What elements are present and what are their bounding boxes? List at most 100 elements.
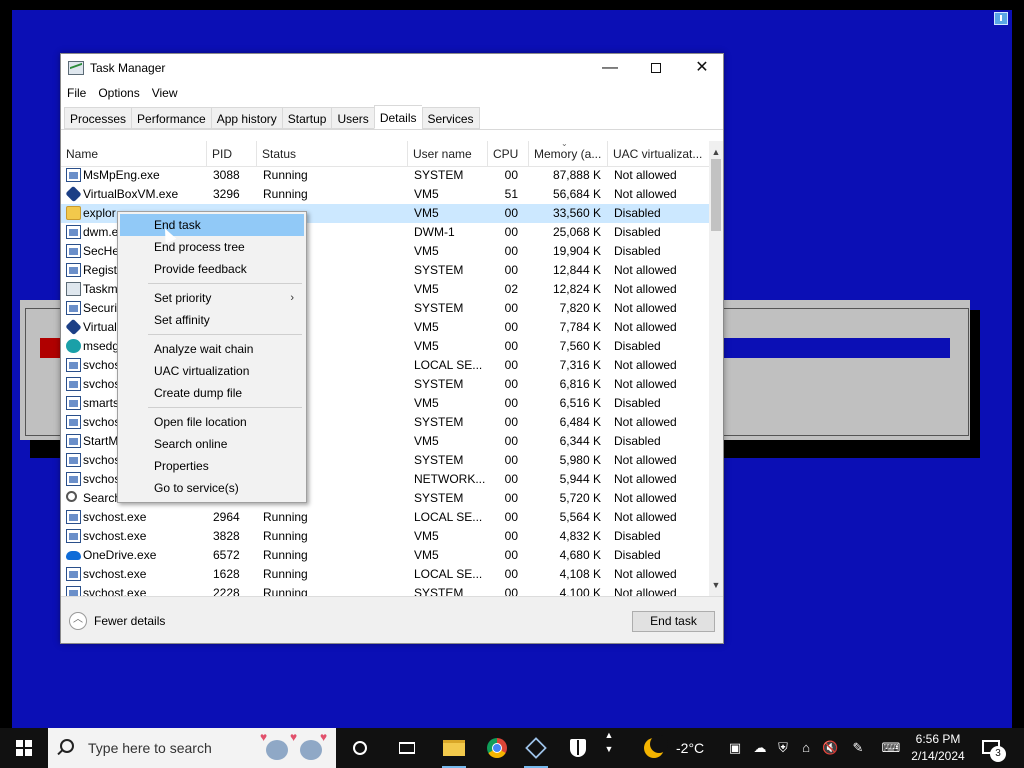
virtualbox-icon [65, 185, 82, 203]
context-menu-label: Go to service(s) [154, 481, 239, 495]
pen-icon[interactable]: ✎ [850, 740, 866, 756]
context-menu-label: Open file location [154, 415, 247, 429]
task-view-button[interactable] [387, 728, 427, 768]
title-bar[interactable]: Task Manager — ✕ [61, 54, 723, 83]
scroll-up-icon[interactable]: ▲ [709, 145, 723, 159]
tray-scroll-arrows-icon[interactable]: ▲ ▼ [600, 728, 618, 768]
context-menu-item-uac-virtualization[interactable]: UAC virtualization [120, 360, 304, 382]
close-button[interactable]: ✕ [679, 54, 725, 83]
column-header-user-label: User name [413, 147, 472, 161]
context-menu-label: Search online [154, 437, 228, 451]
column-header-cpu[interactable]: CPU [488, 141, 529, 167]
context-menu-item-set-priority[interactable]: Set priority › [120, 287, 304, 309]
background-dialog-marker [40, 338, 60, 358]
tab-processes[interactable]: Processes [64, 107, 132, 129]
tab-details[interactable]: Details [373, 105, 422, 129]
column-header-user[interactable]: User name [408, 141, 488, 167]
tab-performance[interactable]: Performance [131, 107, 211, 129]
tab-startup[interactable]: Startup [281, 107, 332, 129]
process-memory: 7,784 K [559, 320, 601, 334]
process-cpu: 00 [504, 548, 518, 562]
context-menu-label: Analyze wait chain [154, 342, 254, 356]
table-row[interactable]: OneDrive.exe 6572 Running VM5 00 4,680 K Disab… [61, 546, 709, 565]
context-menu-item-end-task[interactable]: End task [120, 214, 304, 236]
process-user: LOCAL SE... [414, 510, 483, 524]
process-name: OneDrive.exe [83, 548, 157, 562]
virtualbox-button[interactable] [516, 728, 556, 768]
scroll-thumb[interactable] [711, 159, 721, 231]
windows-logo-icon [16, 740, 32, 756]
table-row[interactable]: svchost.exe 3828 Running VM5 00 4,832 K Disabl… [61, 527, 709, 546]
column-header-memory[interactable]: Memory (a... [529, 141, 608, 167]
context-menu-item-open-file-location[interactable]: Open file location [120, 411, 304, 433]
context-menu-item-set-affinity[interactable]: Set affinity [120, 309, 304, 331]
file-explorer-button[interactable] [434, 728, 474, 768]
network-icon[interactable]: ⌂ [798, 740, 814, 756]
tab-services[interactable]: Services [421, 107, 480, 129]
cortana-button[interactable] [340, 728, 380, 768]
end-task-button[interactable]: End task [632, 611, 715, 632]
defender-icon[interactable]: ⛨ [775, 740, 791, 756]
process-cpu: 00 [504, 339, 518, 353]
tab-app-history[interactable]: App history [210, 107, 282, 129]
process-status: Running [263, 548, 308, 562]
table-row[interactable]: svchost.exe 2228 Running SYSTEM 00 4,100 K Not… [61, 584, 709, 596]
context-menu-item-properties[interactable]: Properties [120, 455, 304, 477]
context-menu-item-go-to-service-s[interactable]: Go to service(s) [120, 477, 304, 499]
security-button[interactable] [558, 728, 598, 768]
taskbar-search-box[interactable]: Type here to search ♥ ♥ ♥ [48, 728, 336, 768]
process-memory: 12,824 K [552, 282, 601, 296]
weather-moon-icon[interactable] [644, 735, 668, 758]
process-memory: 5,980 K [559, 453, 601, 467]
notification-flag-icon[interactable] [994, 12, 1008, 25]
scroll-down-icon[interactable]: ▼ [709, 578, 723, 592]
context-menu-item-analyze-wait-chain[interactable]: Analyze wait chain [120, 338, 304, 360]
process-memory: 4,832 K [559, 529, 601, 543]
tablet-icon[interactable]: ▣ [727, 740, 743, 756]
cloud-offline-icon[interactable]: ☁ [752, 740, 768, 756]
keyboard-icon[interactable]: ⌨ [880, 740, 902, 756]
column-header-pid[interactable]: PID [207, 141, 257, 167]
context-menu-item-end-process-tree[interactable]: End process tree [120, 236, 304, 258]
maximize-button[interactable] [633, 54, 679, 83]
vertical-scrollbar[interactable]: ▲ ▼ [709, 141, 723, 596]
process-memory: 4,680 K [559, 548, 601, 562]
notification-count-badge: 3 [990, 746, 1006, 762]
process-user: SYSTEM [414, 415, 464, 429]
app-window-icon [66, 377, 81, 391]
virtualbox-icon [525, 737, 547, 759]
virtualbox-icon [65, 318, 82, 336]
table-row[interactable]: MsMpEng.exe 3088 Running SYSTEM 00 87,888 K No… [61, 166, 709, 185]
process-memory: 4,108 K [559, 567, 601, 581]
menu-bar: File Options View [61, 83, 184, 105]
column-header-status-label: Status [262, 147, 297, 161]
cortana-icon [353, 741, 367, 755]
process-memory: 6,516 K [559, 396, 601, 410]
column-header-status[interactable]: Status [257, 141, 408, 167]
minimize-button[interactable]: — [587, 54, 633, 83]
table-row[interactable]: VirtualBoxVM.exe 3296 Running VM5 51 56,684 K… [61, 185, 709, 204]
fewer-details-link[interactable]: Fewer details [94, 614, 165, 628]
start-button[interactable] [0, 728, 48, 768]
weather-temperature[interactable]: -2°C [676, 740, 704, 756]
tab-divider [61, 129, 723, 130]
chrome-button[interactable] [477, 728, 517, 768]
process-user: VM5 [414, 320, 439, 334]
app-window-icon [66, 396, 81, 410]
table-row[interactable]: svchost.exe 1628 Running LOCAL SE... 00 4,108… [61, 565, 709, 584]
table-row[interactable]: svchost.exe 2964 Running LOCAL SE... 00 5,564… [61, 508, 709, 527]
column-header-name[interactable]: Name [61, 141, 207, 167]
chevron-up-icon[interactable]: ︿ [69, 612, 87, 630]
menu-view[interactable]: View [146, 83, 184, 105]
column-header-uac[interactable]: UAC virtualizat... [608, 141, 709, 167]
tab-users[interactable]: Users [331, 107, 374, 129]
context-menu-item-create-dump-file[interactable]: Create dump file [120, 382, 304, 404]
volume-muted-icon[interactable]: 🔇 [822, 740, 838, 756]
menu-options[interactable]: Options [92, 83, 145, 105]
process-uac: Not allowed [614, 263, 677, 277]
taskbar: Type here to search ♥ ♥ ♥ ▲ ▼ -2°C ▣ ☁ ⛨ … [0, 728, 1024, 768]
taskbar-clock[interactable]: 6:56 PM 2/14/2024 [906, 731, 970, 765]
menu-file[interactable]: File [61, 83, 92, 105]
context-menu-item-provide-feedback[interactable]: Provide feedback [120, 258, 304, 280]
context-menu-item-search-online[interactable]: Search online [120, 433, 304, 455]
